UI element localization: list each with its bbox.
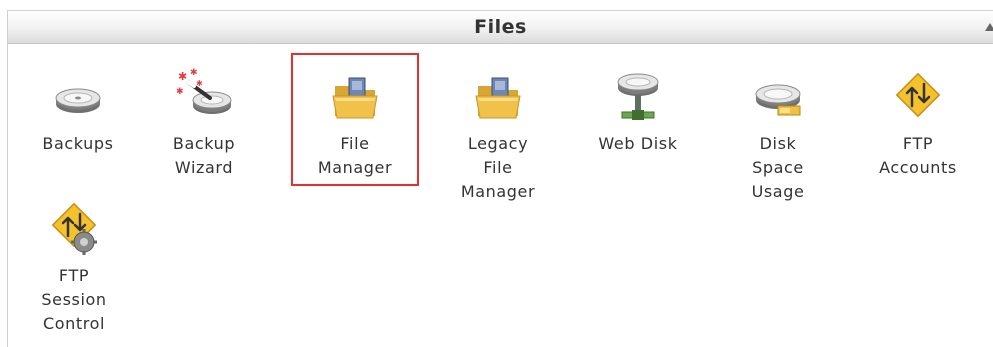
svg-text:✱: ✱ (176, 87, 184, 97)
web-disk-label: Web Disk (598, 134, 678, 153)
ftp-accounts-label: FTP Accounts (879, 134, 957, 177)
folder-icon (468, 68, 528, 128)
ftp-session-icon (44, 200, 104, 260)
svg-text:✱: ✱ (196, 79, 203, 88)
ftp-session-control-label: FTP Session Control (41, 266, 107, 333)
section-title: Files (474, 16, 527, 38)
backups-link[interactable]: Backups (23, 68, 133, 156)
backups-label: Backups (42, 134, 114, 153)
disk-space-usage-link[interactable]: Disk Space Usage (723, 68, 833, 204)
disk-space-usage-label: Disk Space Usage (751, 134, 805, 201)
disk-usage-icon (748, 68, 808, 128)
ftp-arrows-icon (888, 68, 948, 128)
backup-wizard-link[interactable]: ✱ ✱ ✱ ✱ Backup Wizard (149, 68, 259, 180)
ftp-session-control-link[interactable]: FTP Session Control (19, 200, 129, 336)
network-drive-icon (608, 68, 668, 128)
backup-wizard-icon: ✱ ✱ ✱ ✱ (174, 68, 234, 128)
legacy-file-manager-link[interactable]: Legacy File Manager (443, 68, 553, 204)
legacy-file-manager-label: Legacy File Manager (460, 134, 536, 201)
selection-highlight (291, 53, 419, 186)
collapse-arrow-icon[interactable] (985, 23, 993, 31)
svg-text:✱: ✱ (190, 68, 198, 78)
ftp-accounts-link[interactable]: FTP Accounts (863, 68, 973, 180)
web-disk-link[interactable]: Web Disk (583, 68, 693, 156)
section-header[interactable]: Files (8, 10, 993, 44)
backup-wizard-label: Backup Wizard (172, 134, 236, 177)
hard-drive-icon (48, 68, 108, 128)
svg-text:✱: ✱ (178, 70, 187, 83)
